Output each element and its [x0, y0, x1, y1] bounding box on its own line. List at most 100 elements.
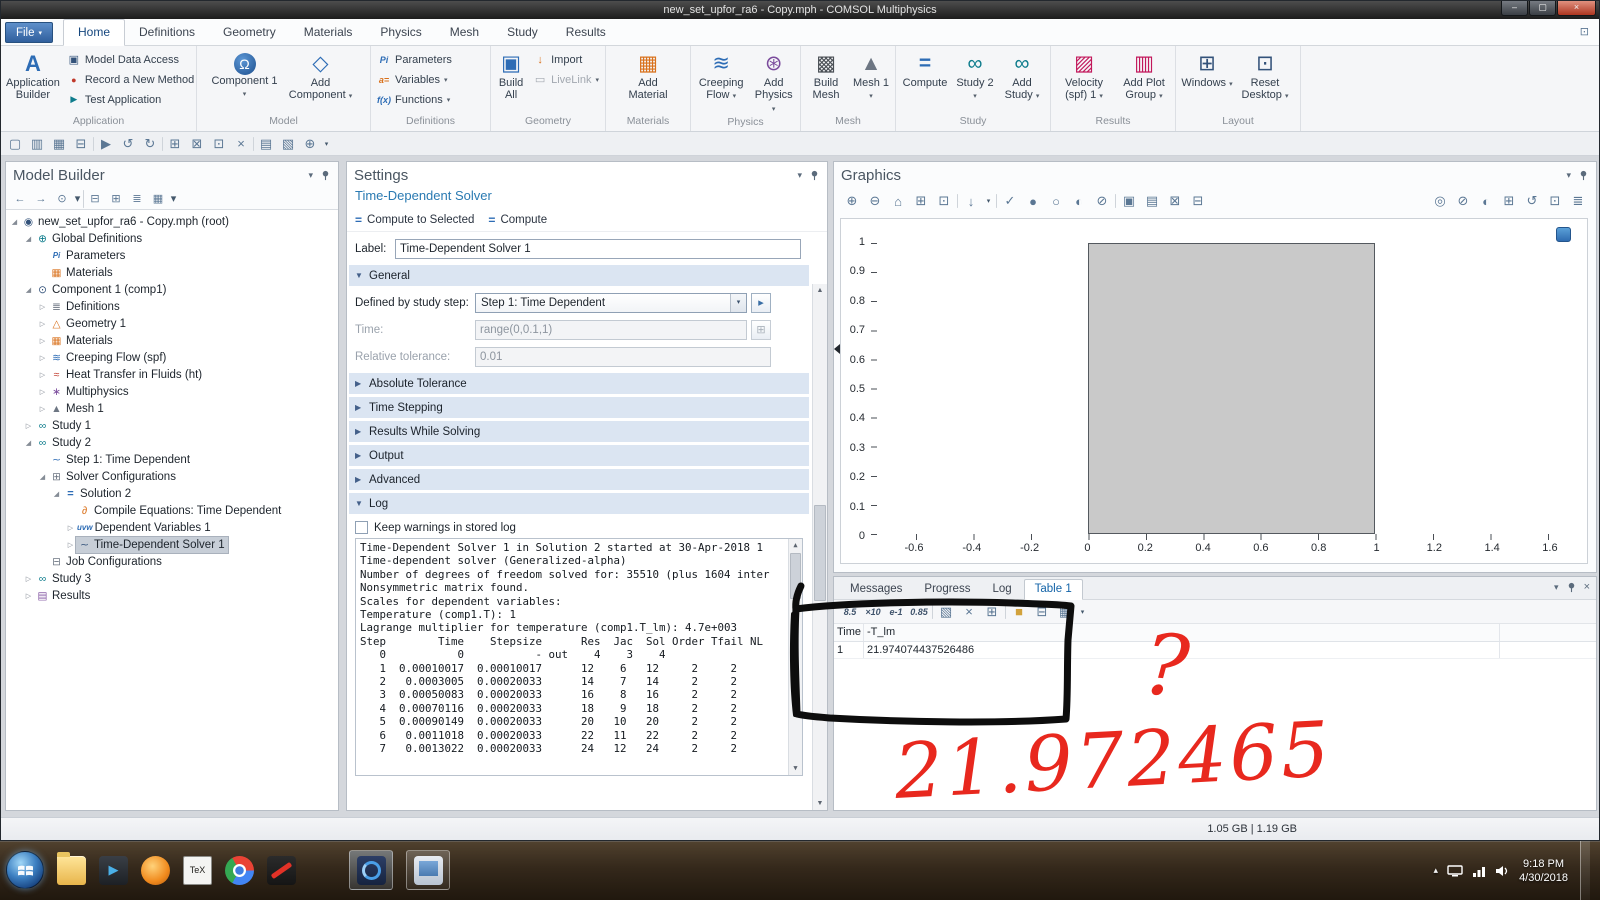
- windows-button[interactable]: ⊞ Windows ▾: [1179, 49, 1235, 104]
- study-2-button[interactable]: ∞ Study 2 ▾: [953, 49, 997, 104]
- wireframe-toggle-icon[interactable]: ⊞: [1499, 191, 1519, 211]
- new-file-icon[interactable]: ▢: [5, 134, 25, 154]
- zoom-out-icon[interactable]: ⊖: [865, 191, 885, 211]
- dock-table-icon[interactable]: ▦: [1055, 602, 1075, 622]
- maximize-button[interactable]: ▢: [1529, 1, 1556, 16]
- delete-icon[interactable]: ×: [231, 134, 251, 154]
- import-button[interactable]: ↓ Import: [530, 51, 602, 68]
- media-player-taskbar-icon[interactable]: ▶: [99, 856, 128, 885]
- compute-button[interactable]: = Compute: [899, 49, 951, 104]
- label-input[interactable]: [395, 239, 801, 259]
- section-absolute-tolerance[interactable]: ▶ Absolute Tolerance: [349, 373, 809, 394]
- pin-icon[interactable]: [1566, 582, 1577, 593]
- tree-expander[interactable]: ▷: [37, 320, 48, 328]
- chrome-taskbar-icon[interactable]: [225, 856, 254, 885]
- surface-render-icon[interactable]: ●: [1023, 191, 1043, 211]
- tree-item[interactable]: ▷ ▤ Results: [6, 587, 338, 604]
- scroll-up-icon[interactable]: ▲: [789, 539, 802, 552]
- open-file-icon[interactable]: ▥: [27, 134, 47, 154]
- explorer-taskbar-icon[interactable]: [57, 856, 86, 885]
- tree-item[interactable]: ▦ Materials: [6, 264, 338, 281]
- tree-expander[interactable]: ▷: [23, 592, 34, 600]
- record-new-method-button[interactable]: ● Record a New Method: [64, 71, 197, 88]
- tree-expander[interactable]: ▷: [37, 337, 48, 345]
- tree-expander[interactable]: ▷: [23, 422, 34, 430]
- zoom-in-icon[interactable]: ⊕: [842, 191, 862, 211]
- viewer-taskbar-button[interactable]: [406, 850, 450, 890]
- tree-expander[interactable]: ▷: [37, 405, 48, 413]
- tree-item[interactable]: ▷ ∞ Study 1: [6, 417, 338, 434]
- deselect-box-icon[interactable]: ⊟: [1188, 191, 1208, 211]
- table-menu-caret[interactable]: ▾: [1078, 602, 1087, 622]
- tree-item[interactable]: ◢ ∞ Study 2: [6, 434, 338, 451]
- tree-item[interactable]: ◢ ⊞ Solver Configurations: [6, 468, 338, 485]
- tree-expander[interactable]: ◢: [51, 490, 62, 498]
- thumbnail-icon[interactable]: ▤: [1142, 191, 1162, 211]
- start-button[interactable]: [6, 851, 44, 889]
- add-material-button[interactable]: ▦ Add Material: [619, 49, 677, 104]
- reset-desktop-button[interactable]: ⊡ Reset Desktop ▾: [1237, 49, 1293, 104]
- volume-tray-icon[interactable]: [1495, 865, 1510, 877]
- scroll-down-icon[interactable]: ▼: [789, 762, 802, 775]
- relative-tolerance-input[interactable]: [475, 347, 771, 367]
- reset-hiding-icon[interactable]: ↺: [1522, 191, 1542, 211]
- component-1-button[interactable]: Ω Component 1 ▾: [209, 49, 281, 102]
- select-box-icon[interactable]: ⊠: [1165, 191, 1185, 211]
- select-mode-icon[interactable]: ✓: [1000, 191, 1020, 211]
- unselect-block-icon[interactable]: ▧: [278, 134, 298, 154]
- column-header-tlm[interactable]: -T_lm: [864, 624, 1500, 641]
- view-orientation-icon[interactable]: ↓: [961, 191, 981, 211]
- expand-all-icon[interactable]: ⊞: [106, 190, 126, 208]
- show-desktop-button[interactable]: [1580, 841, 1590, 900]
- tree-item[interactable]: ∼ Step 1: Time Dependent: [6, 451, 338, 468]
- paint-icon[interactable]: ▧: [936, 602, 956, 622]
- close-icon[interactable]: ×: [1584, 581, 1590, 593]
- tree-item[interactable]: ▷ ≋ Creeping Flow (spf): [6, 349, 338, 366]
- application-builder-button[interactable]: A Application Builder: [4, 49, 62, 104]
- tree-expander[interactable]: ◢: [23, 439, 34, 447]
- tab-geometry[interactable]: Geometry: [209, 20, 290, 45]
- geometry-rectangle[interactable]: [1088, 243, 1375, 534]
- tree-item[interactable]: ▷ ∞ Study 3: [6, 570, 338, 587]
- export-table-icon[interactable]: ⊞: [982, 602, 1002, 622]
- log-scrollbar-thumb[interactable]: [790, 553, 801, 599]
- pin-icon[interactable]: [809, 170, 820, 181]
- model-tree-settings-icon[interactable]: ▦: [148, 190, 168, 208]
- section-advanced[interactable]: ▶ Advanced: [349, 469, 809, 490]
- view-visibility-icon[interactable]: ◎: [1430, 191, 1450, 211]
- range-button[interactable]: ⊞: [751, 320, 771, 340]
- go-to-default-view-icon[interactable]: ⊡: [934, 191, 954, 211]
- settings-scrollbar[interactable]: ▲ ▼: [812, 284, 827, 810]
- tree-item[interactable]: Pi Parameters: [6, 247, 338, 264]
- mesh-1-button[interactable]: ▲ Mesh 1 ▾: [850, 49, 892, 104]
- tree-item[interactable]: ⊟ Job Configurations: [6, 553, 338, 570]
- defined-by-study-step-select[interactable]: Step 1: Time Dependent ▾: [475, 293, 747, 313]
- build-all-button[interactable]: ▣ Build All: [494, 49, 528, 104]
- tree-item[interactable]: ◢ ⊕ Global Definitions: [6, 230, 338, 247]
- copy-table-icon[interactable]: ⊟: [1032, 602, 1052, 622]
- add-component-button[interactable]: ◇ Add Component ▾: [283, 49, 359, 104]
- column-header-time[interactable]: Time: [834, 624, 864, 641]
- tree-item[interactable]: ▷ uvw Dependent Variables 1: [6, 519, 338, 536]
- tree-item[interactable]: ◢ ⊙ Component 1 (comp1): [6, 281, 338, 298]
- scientific-notation-icon[interactable]: ×10: [863, 602, 883, 622]
- tree-item[interactable]: ◢ ◉ new_set_upfor_ra6 - Copy.mph (root): [6, 213, 338, 230]
- settings-scrollbar-thumb[interactable]: [814, 505, 826, 601]
- minimize-button[interactable]: –: [1501, 1, 1528, 16]
- save-icon[interactable]: ▦: [49, 134, 69, 154]
- parameters-button[interactable]: Pi Parameters: [374, 51, 455, 68]
- combo-caret-icon[interactable]: ▾: [730, 294, 746, 312]
- variables-button[interactable]: a= Variables ▾: [374, 71, 455, 88]
- pin-icon[interactable]: [320, 170, 331, 181]
- tree-item[interactable]: ▷ ∗ Multiphysics: [6, 383, 338, 400]
- build-mesh-button[interactable]: ▩ Build Mesh: [804, 49, 848, 104]
- scene-snapshot-icon[interactable]: ▣: [1119, 191, 1139, 211]
- run-icon[interactable]: ▶: [96, 134, 116, 154]
- plot-info-badge[interactable]: [1556, 227, 1571, 242]
- tab-definitions[interactable]: Definitions: [125, 20, 209, 45]
- tab-messages[interactable]: Messages: [840, 580, 912, 599]
- engineering-notation-icon[interactable]: e-1: [886, 602, 906, 622]
- section-output[interactable]: ▶ Output: [349, 445, 809, 466]
- network-tray-icon[interactable]: [1472, 865, 1486, 877]
- tree-expander[interactable]: ▷: [37, 303, 48, 311]
